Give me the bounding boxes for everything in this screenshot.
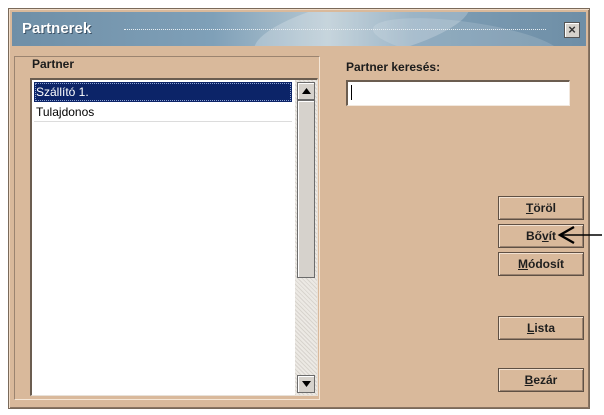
button-label: ista [534,321,556,335]
scrollbar-thumb[interactable] [297,100,315,278]
list-item[interactable]: Tulajdonos [34,102,292,122]
button-label: ódosít [528,257,564,271]
button-label: ezár [533,373,558,387]
partner-list[interactable]: Szállító 1. Tulajdonos [30,78,318,396]
list-item[interactable]: Szállító 1. [34,82,292,102]
text-caret [351,85,352,100]
vertical-scrollbar[interactable] [295,80,317,395]
arrow-up-icon[interactable] [297,82,315,100]
search-input[interactable] [346,80,570,106]
torol-button[interactable]: Töröl [498,196,584,220]
search-label: Partner keresés: [346,60,441,74]
lista-button[interactable]: Lista [498,316,584,340]
button-label: Bő [525,229,542,243]
button-label: öröl [533,201,556,215]
access-key: v [541,229,549,243]
arrow-left-icon [557,225,602,245]
button-label: ít [548,229,557,243]
title-rule [124,29,546,30]
close-icon[interactable]: × [564,22,580,38]
window-title: Partnerek [22,20,92,37]
access-key: B [524,373,534,387]
title-bar[interactable]: Partnerek × [12,12,586,46]
modosit-button[interactable]: Módosít [498,252,584,276]
bezar-button[interactable]: Bezár [498,368,584,392]
arrow-down-icon[interactable] [297,375,315,393]
access-key: M [518,257,528,271]
